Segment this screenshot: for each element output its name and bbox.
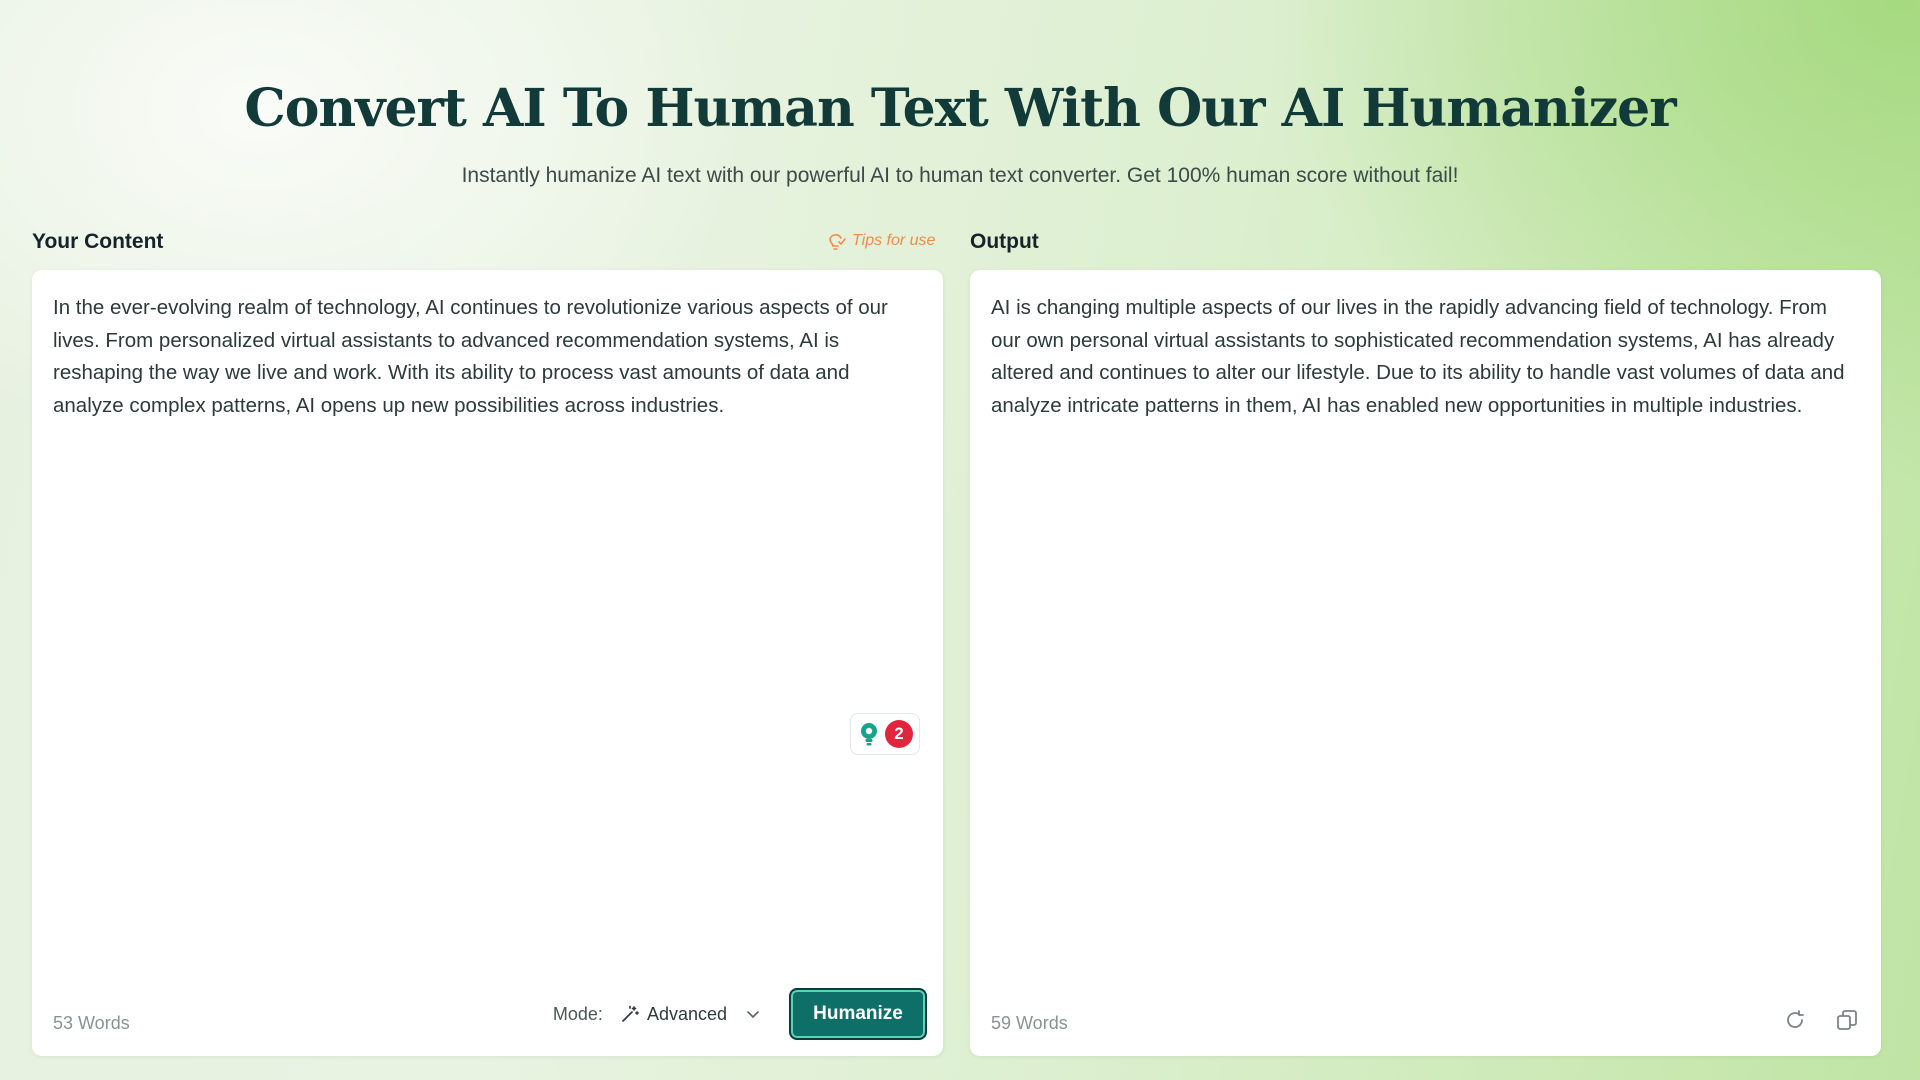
chevron-down-icon <box>745 1006 761 1022</box>
suggestions-widget[interactable]: 2 <box>850 713 920 755</box>
page-title: Convert AI To Human Text With Our AI Hum… <box>244 78 1676 139</box>
input-panel: In the ever-evolving realm of technology… <box>32 270 943 1056</box>
output-actions <box>1783 1008 1859 1032</box>
output-word-count: 59 Words <box>991 1013 1068 1033</box>
lightbulb-icon <box>826 231 846 251</box>
tips-for-use-link[interactable]: Tips for use <box>826 231 935 251</box>
copy-icon[interactable] <box>1835 1008 1859 1032</box>
input-word-count: 53 Words <box>53 1013 130 1033</box>
humanize-button[interactable]: Humanize <box>789 988 927 1040</box>
magic-wand-icon <box>621 1005 639 1023</box>
bulb-icon <box>857 721 881 747</box>
page-subtitle: Instantly humanize AI text with our powe… <box>461 164 1459 187</box>
mode-dropdown[interactable]: Advanced <box>621 1004 761 1025</box>
input-panel-label: Your Content <box>32 230 164 253</box>
input-textarea[interactable]: In the ever-evolving realm of technology… <box>53 292 919 422</box>
refresh-icon[interactable] <box>1783 1008 1807 1032</box>
tips-label: Tips for use <box>852 232 936 249</box>
humanize-controls: Mode: Advanced Humanize <box>553 988 927 1040</box>
output-text: AI is changing multiple aspects of our l… <box>991 296 1845 417</box>
suggestion-count-badge: 2 <box>885 720 913 748</box>
mode-value: Advanced <box>646 1003 727 1024</box>
output-panel-label: Output <box>970 230 1039 253</box>
mode-label: Mode: <box>552 1003 603 1024</box>
output-panel: AI is changing multiple aspects of our l… <box>970 270 1881 1056</box>
